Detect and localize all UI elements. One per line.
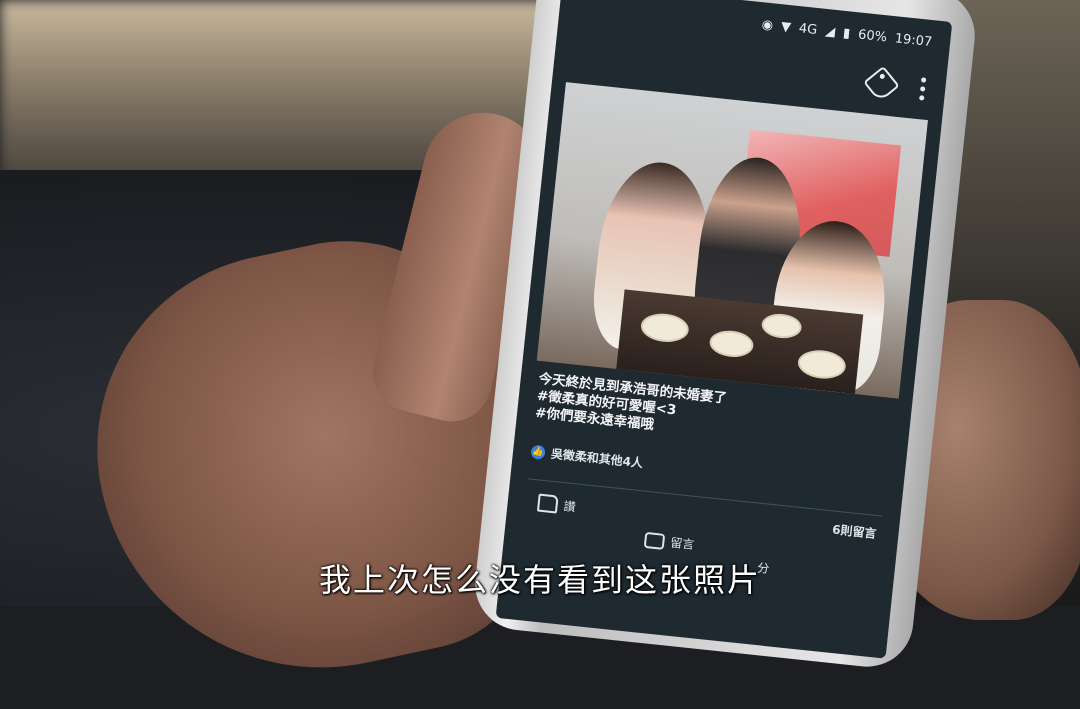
battery-icon: ▮	[842, 25, 851, 42]
post-toolbar	[863, 65, 927, 103]
signal-icon: ◢	[824, 23, 836, 40]
like-badge-icon: 👍	[530, 444, 546, 460]
eye-icon: ◉	[761, 16, 774, 33]
photo-plate	[639, 311, 691, 345]
photo-plate	[796, 347, 848, 381]
comment-icon	[643, 531, 666, 550]
network-label: 4G	[798, 20, 819, 38]
like-button[interactable]: 讚	[536, 493, 577, 516]
thumbs-up-icon	[536, 493, 559, 514]
photo-plate	[708, 328, 755, 360]
likes-text: 吳徵柔和其他4人	[550, 446, 644, 471]
comment-label: 留言	[669, 535, 696, 553]
video-subtitle: 我上次怎么没有看到这张照片	[318, 561, 761, 599]
like-label: 讚	[562, 498, 577, 514]
post-photo[interactable]	[536, 82, 928, 399]
clock: 19:07	[894, 30, 933, 50]
comment-count[interactable]: 6則留言	[831, 520, 878, 542]
likes-summary[interactable]: 👍 吳徵柔和其他4人	[530, 443, 644, 472]
photo-plate	[760, 311, 803, 341]
status-bar: ◉ ▼ 4G ◢ ▮ 60% 19:07	[761, 12, 934, 54]
tag-icon[interactable]	[863, 65, 900, 103]
battery-percent: 60%	[857, 26, 888, 45]
more-vertical-icon[interactable]	[919, 75, 927, 101]
wifi-icon: ▼	[780, 18, 792, 35]
post-actions: 讚 留言 分 6則留言	[536, 490, 878, 576]
comment-button[interactable]: 留言	[643, 531, 696, 553]
